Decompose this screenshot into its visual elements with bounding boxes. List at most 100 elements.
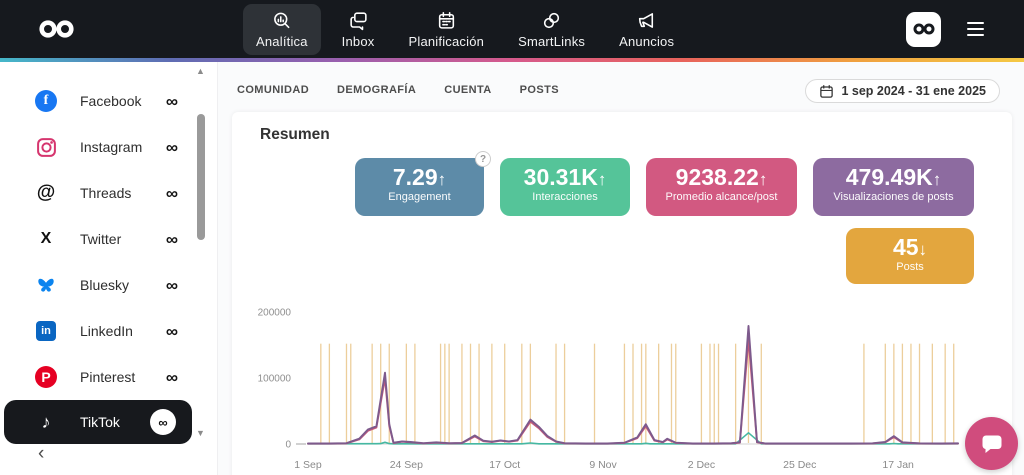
account-name: Threads xyxy=(80,185,131,201)
metrics-row: 7.29↑Engagement?30.31K↑Interacciones9238… xyxy=(355,158,974,216)
help-icon[interactable]: ? xyxy=(475,151,491,167)
nav-item-planificacion[interactable]: Planificación xyxy=(395,4,497,55)
metric-label: Promedio alcance/post xyxy=(646,191,797,203)
scrollbar-thumb[interactable] xyxy=(197,114,205,240)
nav-item-label: Inbox xyxy=(342,34,375,49)
metricool-app: Analítica Inbox Planificación SmartLinks Anu… xyxy=(0,0,1024,475)
analytics-content: COMUNIDAD DEMOGRAFÍA CUENTA POSTS 1 sep 202… xyxy=(218,62,1024,475)
tiktok-icon: ♪ xyxy=(34,412,58,433)
metrics-row-2: 45↓Posts xyxy=(846,228,974,284)
metric-label: Interacciones xyxy=(500,191,630,203)
brand-gradient-bar xyxy=(0,58,1024,62)
date-range-label: 1 sep 2024 - 31 ene 2025 xyxy=(841,84,986,98)
account-name: LinkedIn xyxy=(80,323,133,339)
nav-item-anuncios[interactable]: Anuncios xyxy=(606,4,687,55)
metric-value: 45↓ xyxy=(846,235,974,260)
tab-comunidad[interactable]: COMUNIDAD xyxy=(237,84,309,96)
top-right-controls xyxy=(906,0,988,58)
x-axis-tick-label: 25 Dec xyxy=(783,459,816,471)
x-axis-tick-label: 17 Oct xyxy=(489,459,520,471)
tab-cuenta[interactable]: CUENTA xyxy=(444,84,491,96)
y-axis-tick-label: 0 xyxy=(285,440,291,451)
connected-profiles-infinity-icon: ∞ xyxy=(150,409,176,435)
account-name: TikTok xyxy=(80,414,120,430)
connected-profiles-infinity-icon: ∞ xyxy=(166,185,178,202)
nav-item-label: Analítica xyxy=(256,34,308,49)
collapse-sidebar-button[interactable]: ‹ xyxy=(38,444,44,463)
scroll-down-icon[interactable]: ▼ xyxy=(196,428,205,438)
tab-demografia[interactable]: DEMOGRAFÍA xyxy=(337,84,416,96)
sidebar-item-twitter[interactable]: X Twitter ∞ xyxy=(0,216,194,262)
metric-card-engagement: 7.29↑Engagement? xyxy=(355,158,484,216)
sidebar-item-pinterest[interactable]: PPinterest∞ xyxy=(0,354,194,400)
calendar-icon xyxy=(819,84,834,99)
metric-value: 30.31K↑ xyxy=(500,165,630,190)
connected-profiles-infinity-icon: ∞ xyxy=(166,323,178,340)
nav-item-label: SmartLinks xyxy=(518,34,585,49)
instagram-icon xyxy=(34,137,58,158)
trend-arrow-icon: ↑ xyxy=(438,170,447,189)
account-name: Instagram xyxy=(80,139,142,155)
chat-bubble-icon xyxy=(978,430,1006,458)
metric-label: Engagement xyxy=(355,191,484,203)
account-name: Bluesky xyxy=(80,277,129,293)
sidebar-item-facebook[interactable]: f Facebook ∞ xyxy=(0,78,194,124)
chat-widget-button[interactable] xyxy=(965,417,1018,470)
connected-profiles-infinity-icon: ∞ xyxy=(166,93,178,110)
workspace-avatar-button[interactable] xyxy=(906,12,941,47)
connected-profiles-infinity-icon: ∞ xyxy=(166,139,178,156)
account-name: Twitter xyxy=(80,231,121,247)
twitter-icon: X xyxy=(34,230,58,248)
sidebar-item-tiktok[interactable]: ♪ TikTok ∞ xyxy=(4,400,192,444)
calendar-icon xyxy=(436,10,457,31)
trend-arrow-icon: ↓ xyxy=(919,240,928,259)
facebook-icon: f xyxy=(34,90,58,112)
metric-value: 7.29↑ xyxy=(355,165,484,190)
metric-card-posts: 45↓Posts xyxy=(846,228,974,284)
metric-card-visualizaciones-de-posts: 479.49K↑Visualizaciones de posts xyxy=(813,158,974,216)
nav-item-smartlinks[interactable]: SmartLinks xyxy=(505,4,598,55)
connected-profiles-infinity-icon: ∞ xyxy=(166,277,178,294)
megaphone-icon xyxy=(636,10,657,31)
date-range-picker[interactable]: 1 sep 2024 - 31 ene 2025 xyxy=(805,79,1000,103)
tab-posts[interactable]: POSTS xyxy=(520,84,559,96)
analytics-tabs: COMUNIDAD DEMOGRAFÍA CUENTA POSTS xyxy=(237,84,559,96)
sidebar-item-instagram[interactable]: Instagram ∞ xyxy=(0,124,194,170)
accounts-sidebar: fFacebook∞Instagram∞@Threads∞XTwitter∞Bl… xyxy=(0,62,218,475)
bluesky-icon xyxy=(34,275,58,295)
metric-card-promedio-alcance-post: 9238.22↑Promedio alcance/post xyxy=(646,158,797,216)
metric-value: 9238.22↑ xyxy=(646,165,797,190)
x-axis-tick-label: 1 Sep xyxy=(294,459,322,471)
connected-profiles-infinity-icon: ∞ xyxy=(166,231,178,248)
sidebar-item-threads[interactable]: @ Threads ∞ xyxy=(0,170,194,216)
nav-item-inbox[interactable]: Inbox xyxy=(329,4,388,55)
trend-arrow-icon: ↑ xyxy=(759,170,768,189)
metric-value: 479.49K↑ xyxy=(813,165,974,190)
y-axis-tick-label: 200000 xyxy=(258,308,292,319)
threads-icon: @ xyxy=(34,182,58,204)
sidebar-item-linkedin[interactable]: inLinkedIn∞ xyxy=(0,308,194,354)
x-axis-tick-label: 2 Dec xyxy=(688,459,715,471)
connected-profiles-infinity-icon: ∞ xyxy=(166,369,178,386)
nav-item-analitica[interactable]: Analítica xyxy=(243,4,321,55)
metricool-infinity-logo-icon[interactable] xyxy=(36,18,78,45)
scroll-up-icon[interactable]: ▲ xyxy=(196,66,205,76)
hamburger-menu-button[interactable] xyxy=(963,18,988,40)
summary-chart-svg: 01000002000001 Sep24 Sep17 Oct9 Nov2 Dec… xyxy=(250,296,974,475)
sidebar-scrollbar[interactable]: ▲ ▼ xyxy=(193,62,211,475)
analytics-icon xyxy=(271,10,292,31)
main-menu: Analítica Inbox Planificación SmartLinks Anu… xyxy=(243,4,687,55)
summary-chart[interactable]: 01000002000001 Sep24 Sep17 Oct9 Nov2 Dec… xyxy=(250,296,974,475)
sidebar-item-bluesky[interactable]: Bluesky ∞ xyxy=(0,262,194,308)
trend-arrow-icon: ↑ xyxy=(933,170,942,189)
section-title: Resumen xyxy=(260,126,330,144)
infinity-icon xyxy=(912,22,936,36)
nav-item-label: Anuncios xyxy=(619,34,674,49)
trend-arrow-icon: ↑ xyxy=(598,170,607,189)
account-name: Facebook xyxy=(80,93,141,109)
inbox-icon xyxy=(348,10,369,31)
account-list: fFacebook∞Instagram∞@Threads∞XTwitter∞Bl… xyxy=(0,78,194,444)
y-axis-tick-label: 100000 xyxy=(258,374,292,385)
metric-label: Visualizaciones de posts xyxy=(813,191,974,203)
links-icon xyxy=(541,10,562,31)
